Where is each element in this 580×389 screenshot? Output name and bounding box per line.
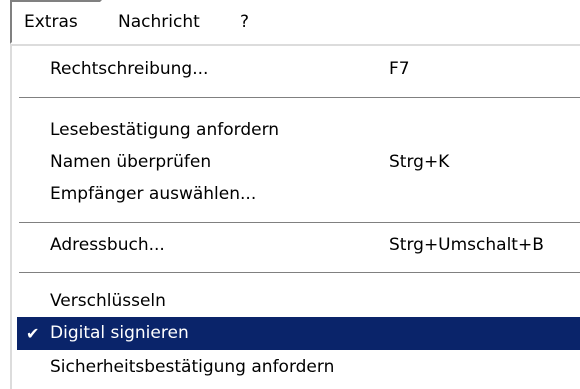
menu-bar: Extras Nachricht ? [0,0,580,44]
menu-item-adressbuch[interactable]: Adressbuch... Strg+Umschalt+B [17,229,580,262]
dropdown-content: Rechtschreibung... F7 Lesebestätigung an… [15,47,580,389]
menu-item-label: Lesebestätigung anfordern [50,120,280,140]
menu-separator [19,272,580,274]
menu-extras[interactable]: Extras [10,0,102,44]
menu-nachricht[interactable]: Nachricht [106,0,212,44]
menu-item-shortcut: Strg+K [389,152,450,172]
menu-item-verschluesseln[interactable]: Verschlüsseln [17,285,580,318]
menu-item-label: Verschlüsseln [50,291,166,311]
menu-item-sicherheitsbestaetigung[interactable]: Sicherheitsbestätigung anfordern [17,351,580,384]
menu-item-shortcut: Strg+Umschalt+B [389,235,544,255]
menu-item-label: Sicherheitsbestätigung anfordern [50,357,335,377]
menu-item-label: Namen überprüfen [50,152,212,172]
menu-item-digital-signieren[interactable]: ✔ Digital signieren [17,317,580,350]
menu-item-label: Empfänger auswählen... [50,184,257,204]
menu-item-label: Digital signieren [50,323,189,343]
menu-item-rechtschreibung[interactable]: Rechtschreibung... F7 [17,53,580,86]
extras-dropdown-menu: Rechtschreibung... F7 Lesebestätigung an… [10,44,580,389]
menu-item-label: Rechtschreibung... [50,59,209,79]
menu-separator [19,222,580,224]
menu-item-lesebestaetigung[interactable]: Lesebestätigung anfordern [17,114,580,147]
menu-help[interactable]: ? [228,0,261,44]
menu-item-shortcut: F7 [389,59,410,79]
menu-separator [19,97,580,99]
menu-item-namen-ueberpruefen[interactable]: Namen überprüfen Strg+K [17,146,580,179]
menu-item-empfaenger-auswaehlen[interactable]: Empfänger auswählen... [17,178,580,211]
menu-item-label: Adressbuch... [50,235,165,255]
checkmark-icon: ✔ [26,324,40,343]
